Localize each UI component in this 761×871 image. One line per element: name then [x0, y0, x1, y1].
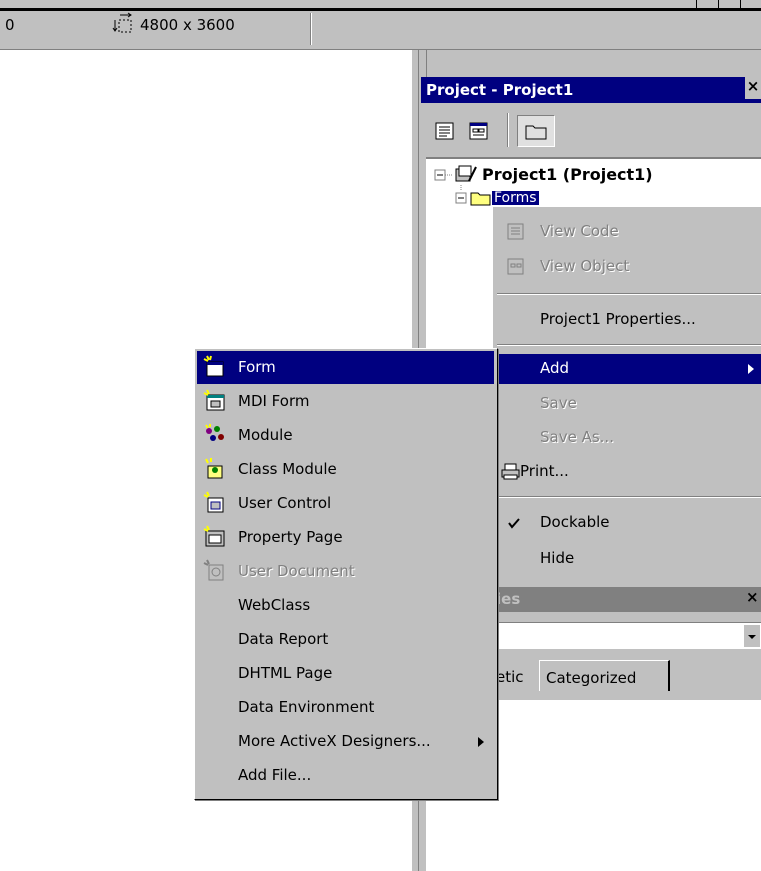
submenu-item-more-activex-designers[interactable]: More ActiveX Designers...	[197, 725, 494, 758]
menu-item-label: Save	[540, 394, 577, 412]
class-module-icon	[205, 458, 223, 479]
toggle-folders-icon[interactable]	[517, 115, 555, 147]
submenu-item-module[interactable]: Module	[197, 419, 494, 452]
submenu-item-label: User Document	[238, 562, 355, 580]
submenu-item-property-page[interactable]: Property Page	[197, 521, 494, 554]
menu-item-view-code[interactable]: View Code	[493, 217, 761, 247]
project-context-menu: View Code View Object Project1 Propertie…	[492, 206, 761, 587]
project-window-close-icon[interactable]: ×	[745, 77, 761, 99]
submenu-item-label: Data Report	[238, 630, 329, 648]
object-selector[interactable]	[492, 622, 761, 649]
toolbar-separator	[310, 13, 312, 45]
folder-icon	[470, 192, 491, 206]
project-window-toolbar	[421, 103, 761, 157]
submenu-item-label: Add File...	[238, 766, 312, 784]
chevron-down-icon[interactable]	[744, 625, 760, 647]
tab-categorized-label: Categorized	[546, 669, 637, 687]
submenu-item-form[interactable]: Form	[197, 351, 494, 384]
size-icon	[112, 12, 134, 34]
properties-close-icon[interactable]: ×	[746, 588, 759, 606]
menu-item-label: Project1 Properties...	[540, 310, 696, 328]
menu-item-dockable[interactable]: Dockable	[493, 508, 761, 538]
submenu-item-label: Class Module	[238, 460, 337, 478]
properties-window-title-bar[interactable]: ies ×	[492, 586, 761, 612]
tab-categorized[interactable]: Categorized	[539, 660, 670, 691]
menu-item-save-as[interactable]: Save As...	[493, 423, 761, 453]
submenu-item-label: Form	[238, 358, 276, 376]
form-icon	[203, 355, 224, 377]
property-page-icon	[203, 525, 225, 547]
tree-root-label[interactable]: Project1 (Project1)	[482, 165, 653, 184]
add-submenu: Form MDI Form Module Class Module User C…	[194, 348, 498, 800]
tab-alphabetic[interactable]: etic	[496, 668, 524, 686]
position-readout: 0	[5, 16, 15, 34]
menu-separator	[497, 293, 761, 295]
submenu-item-user-control[interactable]: User Control	[197, 487, 494, 520]
submenu-item-webclass[interactable]: WebClass	[197, 589, 494, 622]
submenu-item-label: User Control	[238, 494, 332, 512]
menu-item-label: Save As...	[540, 428, 614, 446]
submenu-item-mdi-form[interactable]: MDI Form	[197, 385, 494, 418]
menu-item-hide[interactable]: Hide	[493, 544, 761, 574]
submenu-item-label: More ActiveX Designers...	[238, 732, 431, 750]
view-code-icon[interactable]	[433, 119, 457, 143]
menu-item-label: Dockable	[540, 513, 610, 531]
user-document-icon	[203, 559, 224, 581]
submenu-item-label: DHTML Page	[238, 664, 333, 682]
menu-item-label: View Code	[540, 222, 619, 240]
submenu-item-data-environment[interactable]: Data Environment	[197, 691, 494, 724]
submenu-item-label: Module	[238, 426, 293, 444]
menu-item-label: Hide	[540, 549, 575, 567]
view-object-icon[interactable]	[467, 119, 491, 143]
project-window-title-bar[interactable]: Project - Project1	[421, 77, 761, 103]
menu-item-label: Add	[540, 359, 570, 377]
submenu-item-label: MDI Form	[238, 392, 310, 410]
submenu-item-user-document[interactable]: User Document	[197, 555, 494, 588]
view-object-icon	[507, 258, 524, 275]
menu-item-print[interactable]: Print...	[493, 457, 761, 487]
submenu-item-class-module[interactable]: Class Module	[197, 453, 494, 486]
submenu-item-label: Data Environment	[238, 698, 375, 716]
menu-item-project-properties[interactable]: Project1 Properties...	[493, 305, 761, 335]
tree-forms-folder[interactable]: Forms	[492, 191, 539, 205]
submenu-item-data-report[interactable]: Data Report	[197, 623, 494, 656]
submenu-item-label: WebClass	[238, 596, 311, 614]
checkmark-icon	[508, 518, 520, 529]
submenu-item-dhtml-page[interactable]: DHTML Page	[197, 657, 494, 690]
menu-separator	[497, 496, 761, 498]
view-code-icon	[507, 223, 524, 240]
printer-icon	[501, 463, 520, 480]
window-control-buttons	[676, 0, 761, 9]
submenu-item-label: Property Page	[238, 528, 343, 546]
menu-item-add[interactable]: Add	[493, 354, 761, 384]
menu-item-label: View Object	[540, 257, 630, 275]
user-control-icon	[203, 491, 224, 513]
module-icon	[205, 424, 224, 441]
toolbar-separator	[507, 113, 509, 147]
project-window-title: Project - Project1	[426, 81, 574, 99]
properties-window-title: ies	[496, 590, 521, 608]
menu-item-label: Print...	[520, 462, 569, 480]
menu-item-view-object[interactable]: View Object	[493, 252, 761, 282]
mdi-form-icon	[203, 389, 225, 411]
submenu-item-add-file[interactable]: Add File...	[197, 759, 494, 792]
project-icon	[455, 165, 477, 182]
menu-separator	[497, 344, 761, 346]
menu-item-save[interactable]: Save	[493, 389, 761, 419]
properties-tabs: etic Categorized	[492, 658, 761, 694]
size-readout: 4800 x 3600	[140, 16, 235, 34]
submenu-arrow-icon	[478, 737, 484, 747]
submenu-arrow-icon	[748, 364, 754, 374]
